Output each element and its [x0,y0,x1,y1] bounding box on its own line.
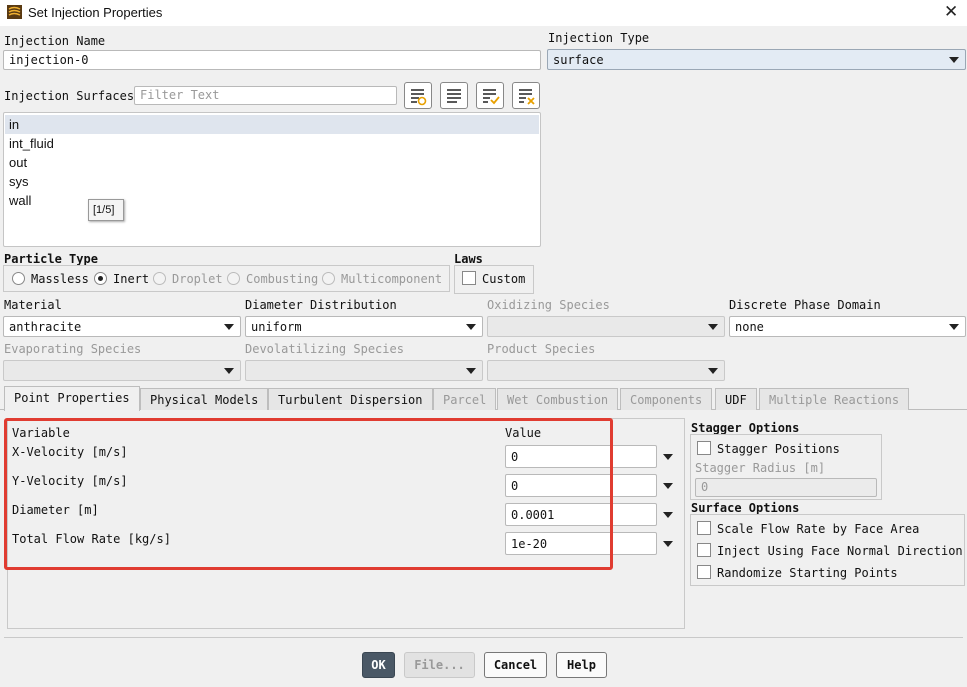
list-item[interactable]: in [5,115,539,134]
oxidizing-species-label: Oxidizing Species [487,298,610,312]
discrete-phase-domain-value: none [735,320,764,334]
product-species-select [487,360,725,381]
custom-laws-checkbox[interactable] [462,271,476,285]
scale-flow-rate-label: Scale Flow Rate by Face Area [717,522,920,536]
list-filter-icon [411,89,427,106]
chevron-down-icon [949,57,959,63]
selection-count-tooltip: [1/5] [88,199,124,221]
stagger-options-label: Stagger Options [691,421,800,435]
list-item[interactable]: out [5,153,539,172]
randomize-start-label: Randomize Starting Points [717,566,898,580]
chevron-down-icon[interactable] [663,483,673,489]
material-select[interactable]: anthracite [3,316,241,337]
tab-turbulent-dispersion[interactable]: Turbulent Dispersion [268,388,433,410]
tab-point-properties[interactable]: Point Properties [4,386,140,411]
footer-divider [4,637,963,638]
radio-inert[interactable] [94,272,107,285]
particle-type-label: Particle Type [4,252,98,266]
list-item[interactable]: int_fluid [5,134,539,153]
material-value: anthracite [9,320,82,334]
tab-parcel: Parcel [433,388,497,410]
tab-udf[interactable]: UDF [715,388,757,410]
injection-type-select[interactable]: surface [547,49,966,70]
filter-text-input[interactable]: Filter Text [134,86,397,105]
help-button[interactable]: Help [556,652,607,678]
chevron-down-icon[interactable] [663,512,673,518]
radio-massless-label: Massless [31,272,89,286]
radio-droplet [153,272,166,285]
injection-type-label: Injection Type [548,31,650,45]
list-check-icon [483,89,500,105]
chevron-down-icon [949,324,959,330]
select-surfaces-button[interactable] [404,82,432,109]
material-label: Material [4,298,62,312]
product-species-label: Product Species [487,342,596,356]
diameter-distribution-select[interactable]: uniform [245,316,483,337]
radio-multicomponent [322,272,335,285]
radio-combusting [227,272,240,285]
highlight-box [4,418,613,570]
tab-components: Components [620,388,713,410]
select-all-button[interactable] [476,82,504,109]
radio-combusting-label: Combusting [246,272,319,286]
chevron-down-icon [224,368,234,374]
radio-massless[interactable] [12,272,25,285]
cancel-button[interactable]: Cancel [484,652,547,678]
diameter-distribution-value: uniform [251,320,302,334]
laws-label: Laws [454,252,483,266]
deselect-all-button[interactable] [512,82,540,109]
face-normal-label: Inject Using Face Normal Direction [717,544,963,558]
app-icon [7,5,22,19]
evaporating-species-label: Evaporating Species [4,342,142,356]
discrete-phase-domain-label: Discrete Phase Domain [729,298,881,312]
chevron-down-icon [708,324,718,330]
stagger-positions-label: Stagger Positions [717,442,840,456]
stagger-positions-checkbox[interactable] [697,441,711,455]
discrete-phase-domain-select[interactable]: none [729,316,966,337]
chevron-down-icon [466,324,476,330]
radio-multicomponent-label: Multicomponent [341,272,443,286]
list-all-button[interactable] [440,82,468,109]
devolatilizing-species-select [245,360,483,381]
tab-multiple-reactions: Multiple Reactions [759,388,910,410]
tab-wet-combustion: Wet Combustion [497,388,619,410]
chevron-down-icon [708,368,718,374]
injection-type-value: surface [553,53,604,67]
surface-options-label: Surface Options [691,501,800,515]
randomize-start-checkbox[interactable] [697,565,711,579]
window-title: Set Injection Properties [28,5,163,20]
injection-name-input[interactable]: injection-0 [3,50,541,70]
chevron-down-icon[interactable] [663,541,673,547]
radio-inert-label: Inert [113,272,150,286]
tab-physical-models[interactable]: Physical Models [140,388,269,410]
chevron-down-icon[interactable] [663,454,673,460]
stagger-radius-label: Stagger Radius [m] [695,461,826,475]
injection-name-label: Injection Name [4,34,106,48]
list-item[interactable]: sys [5,172,539,191]
chevron-down-icon [224,324,234,330]
custom-laws-label: Custom [482,272,526,286]
surface-list[interactable]: in int_fluid out sys wall [3,112,541,247]
diameter-distribution-label: Diameter Distribution [245,298,397,312]
stagger-radius-input: 0 [695,478,877,497]
ok-button[interactable]: OK [362,652,395,678]
close-icon[interactable]: ✕ [944,2,958,22]
face-normal-checkbox[interactable] [697,543,711,557]
evaporating-species-select [3,360,241,381]
list-item[interactable]: wall [5,191,539,210]
scale-flow-rate-checkbox[interactable] [697,521,711,535]
oxidizing-species-select [487,316,725,337]
injection-surfaces-label: Injection Surfaces [4,89,135,103]
list-icon [447,89,461,103]
radio-droplet-label: Droplet [172,272,223,286]
file-button: File... [404,652,475,678]
chevron-down-icon [466,368,476,374]
list-clear-icon [519,89,535,105]
devolatilizing-species-label: Devolatilizing Species [245,342,404,356]
